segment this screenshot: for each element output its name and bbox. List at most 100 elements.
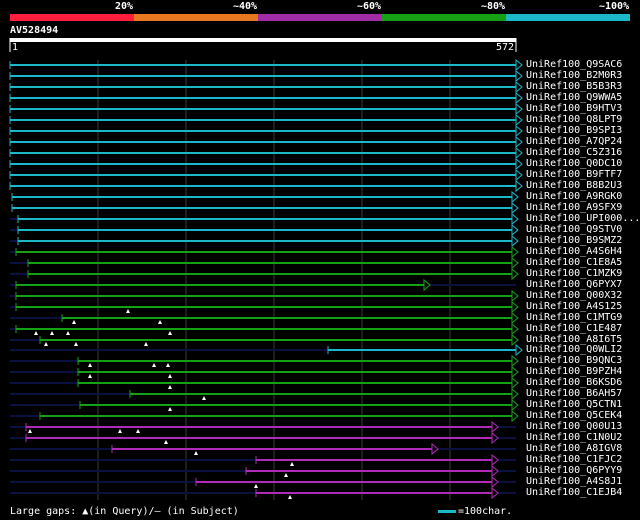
hit-label[interactable]: UniRef100_Q9STV0 <box>526 224 622 235</box>
hit-label[interactable]: UniRef100_Q0DC10 <box>526 158 622 169</box>
identity-band-5 <box>506 14 630 21</box>
query-gap-marker <box>202 396 206 400</box>
hit-label[interactable]: UniRef100_A7QP24 <box>526 136 622 147</box>
query-gap-marker <box>28 429 32 433</box>
hit-end-arrow <box>515 58 523 72</box>
hit-label[interactable]: UniRef100_B9SPI3 <box>526 125 622 136</box>
hit-label[interactable]: UniRef100_Q6PYX7 <box>526 279 622 290</box>
hit-bar <box>328 349 516 351</box>
hit-label[interactable]: UniRef100_Q5CEK4 <box>526 410 622 421</box>
hit-bar <box>256 492 492 494</box>
hit-bar <box>10 97 516 99</box>
hit-label[interactable]: UniRef100_A4S6H4 <box>526 246 622 257</box>
hit-bar <box>16 306 512 308</box>
hit-label[interactable]: UniRef100_B9FTF7 <box>526 169 622 180</box>
hit-label[interactable]: UniRef100_C5Z316 <box>526 147 622 158</box>
hit-bar <box>10 86 516 88</box>
query-gap-marker <box>118 429 122 433</box>
hit-end-arrow <box>515 168 523 182</box>
percent-label: ~80% <box>481 1 506 12</box>
hit-label[interactable]: UniRef100_Q5CTN1 <box>526 399 622 410</box>
hit-label[interactable]: UniRef100_A4S125 <box>526 301 622 312</box>
percent-label: ~100% <box>599 1 630 12</box>
query-gap-marker <box>164 440 168 444</box>
hit-label[interactable]: UniRef100_C1E487 <box>526 323 622 334</box>
hit-label[interactable]: UniRef100_Q6PYY9 <box>526 465 622 476</box>
hit-bar <box>10 75 516 77</box>
hit-bar <box>10 130 516 132</box>
hit-bar <box>40 339 512 341</box>
hit-label[interactable]: UniRef100_Q9WWA5 <box>526 92 622 103</box>
hit-bar <box>78 360 512 362</box>
hit-label[interactable]: UniRef100_Q9SAC6 <box>526 59 622 70</box>
query-bar <box>10 38 516 42</box>
hit-bar <box>10 163 516 165</box>
hit-bar <box>256 459 492 461</box>
hit-bar <box>196 481 492 483</box>
hit-end-arrow <box>515 135 523 149</box>
hit-label[interactable]: UniRef100_B6KSD6 <box>526 377 622 388</box>
hit-label[interactable]: UniRef100_A9SFX9 <box>526 202 622 213</box>
query-gap-marker <box>168 385 172 389</box>
hit-bar <box>18 218 512 220</box>
hit-bar <box>16 251 512 253</box>
hit-end-arrow <box>515 124 523 138</box>
hit-label[interactable]: UniRef100_B9QNC3 <box>526 355 622 366</box>
hit-label[interactable]: UniRef100_Q00U13 <box>526 421 622 432</box>
gap-legend: Large gaps: ▲(in Query)/– (in Subject) <box>10 506 239 517</box>
hit-label[interactable]: UniRef100_A8IGV8 <box>526 443 622 454</box>
hit-end-arrow <box>491 475 499 489</box>
query-gap-marker <box>168 407 172 411</box>
hit-label[interactable]: UniRef100_B2M0R3 <box>526 70 622 81</box>
hit-label[interactable]: UniRef100_C1E8A5 <box>526 257 622 268</box>
hit-bar <box>12 207 512 209</box>
hit-label[interactable]: UniRef100_C1EJB4 <box>526 487 622 498</box>
hit-label[interactable]: UniRef100_B9HTV3 <box>526 103 622 114</box>
hit-bar <box>246 470 492 472</box>
hit-end-arrow <box>431 442 439 456</box>
hit-bar <box>78 382 512 384</box>
hit-end-arrow <box>491 453 499 467</box>
query-start: 1 <box>12 42 19 53</box>
hit-end-arrow <box>515 91 523 105</box>
hit-bar <box>26 426 492 428</box>
query-gap-marker <box>284 473 288 477</box>
query-gap-marker <box>66 331 70 335</box>
hit-bar <box>26 437 492 439</box>
hit-bar <box>18 240 512 242</box>
hit-bar <box>40 415 512 417</box>
hit-label[interactable]: UniRef100_Q0WLI2 <box>526 344 622 355</box>
hit-label[interactable]: UniRef100_Q8LPT9 <box>526 114 622 125</box>
hit-label[interactable]: UniRef100_C1MTG9 <box>526 312 622 323</box>
hit-label[interactable]: UniRef100_B8B2U3 <box>526 180 622 191</box>
hit-bar <box>16 328 512 330</box>
hit-bar <box>10 174 516 176</box>
hit-end-arrow <box>515 69 523 83</box>
hit-label[interactable]: UniRef100_B5B3R3 <box>526 81 622 92</box>
alignment-overview: 20% ~40% ~60% ~80% ~100% UniRef100_Q9SAC6 UniR… <box>0 0 640 520</box>
query-name: AV528494 <box>10 25 59 36</box>
hit-bar <box>10 119 516 121</box>
percent-label: 20% <box>115 1 134 12</box>
query-gap-marker <box>152 363 156 367</box>
hit-label[interactable]: UniRef100_A9RGK0 <box>526 191 622 202</box>
hit-label[interactable]: UniRef100_C1N0U2 <box>526 432 622 443</box>
hit-label[interactable]: UniRef100_Q00X32 <box>526 290 622 301</box>
hit-label[interactable]: UniRef100_B9PZH4 <box>526 366 622 377</box>
hit-label[interactable]: UniRef100_A4S8J1 <box>526 476 622 487</box>
hit-label[interactable]: UniRef100_C1FJC2 <box>526 454 622 465</box>
hit-bar <box>28 273 512 275</box>
hit-bar <box>10 64 516 66</box>
hit-bar <box>12 196 512 198</box>
hit-label[interactable]: UniRef100_UPI000... <box>526 213 640 224</box>
hit-label[interactable]: UniRef100_B6AH57 <box>526 388 622 399</box>
hit-label[interactable]: UniRef100_C1MZK9 <box>526 268 622 279</box>
percent-label: ~40% <box>233 1 258 12</box>
query-gap-marker <box>74 342 78 346</box>
query-gap-marker <box>44 342 48 346</box>
hit-bar <box>16 295 512 297</box>
hit-end-arrow <box>515 179 523 193</box>
query-gap-marker <box>290 462 294 466</box>
hit-end-arrow <box>491 420 499 434</box>
hit-label[interactable]: UniRef100_B9SMZ2 <box>526 235 622 246</box>
